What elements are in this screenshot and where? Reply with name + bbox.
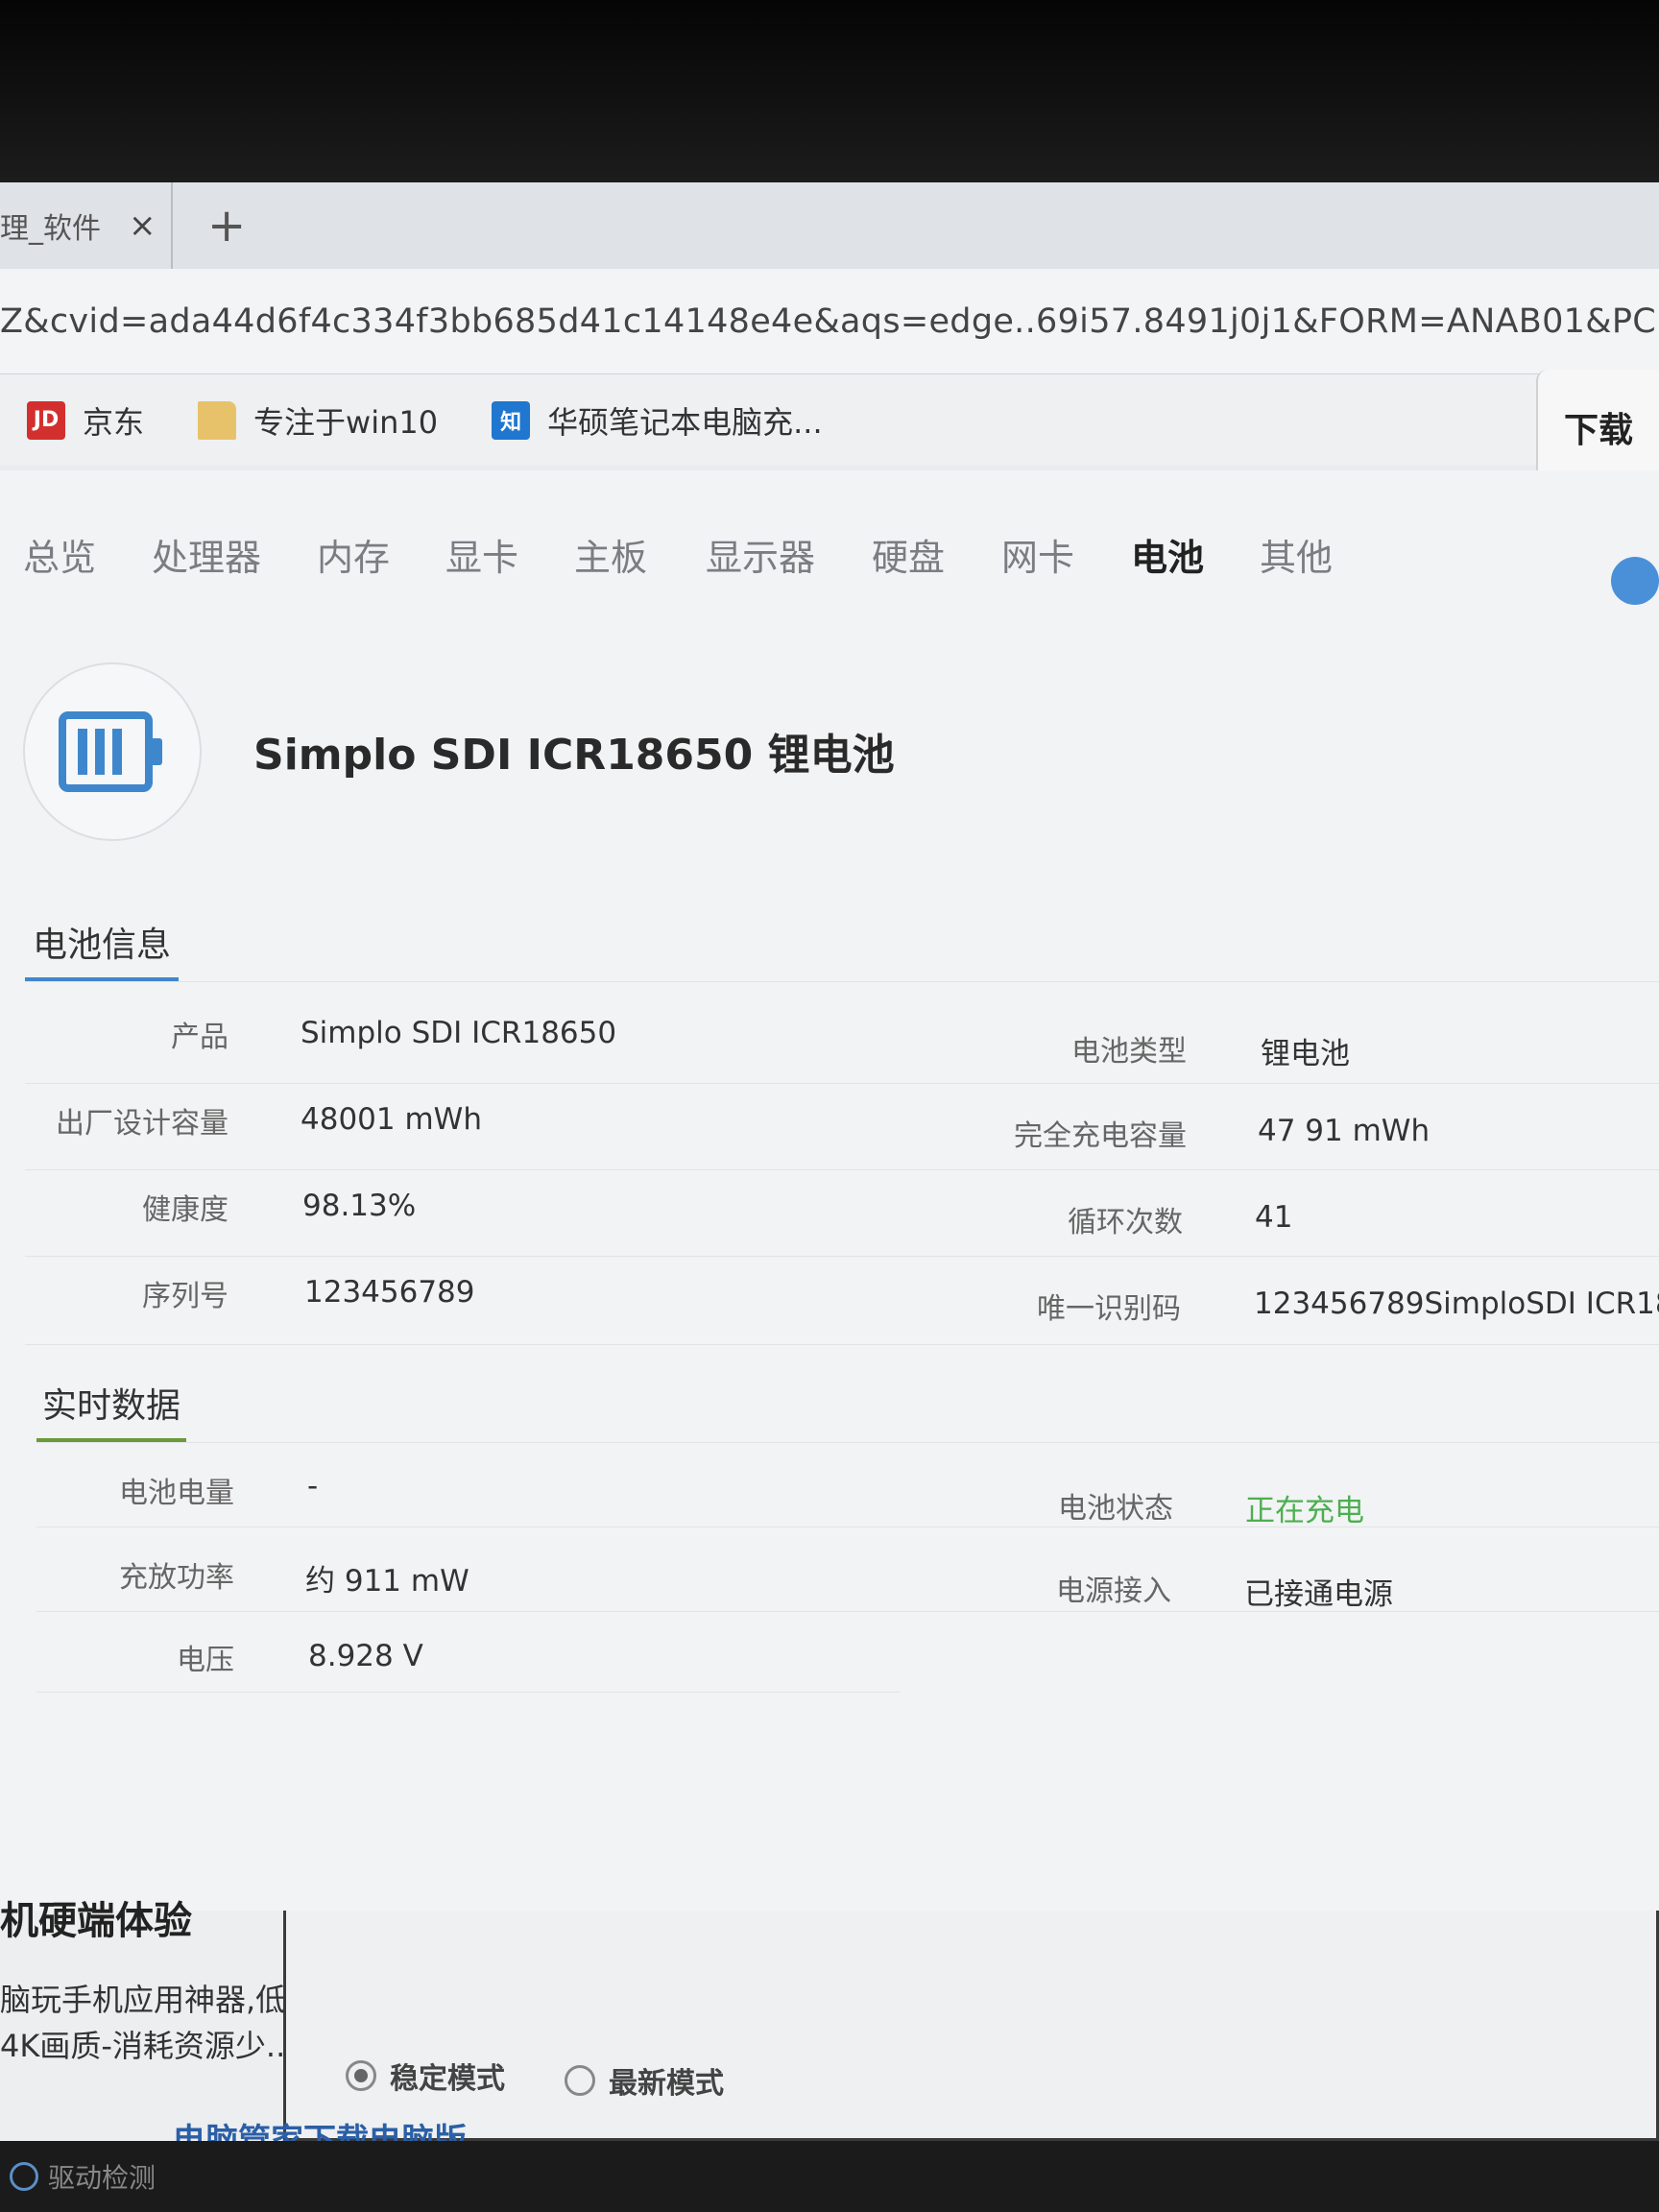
tab-cpu[interactable]: 处理器 [152, 528, 261, 581]
bookmarks-bar: JD 京东 专注于win10 知 华硕笔记本电脑充... [0, 374, 1659, 466]
health-label: 健康度 [142, 1193, 228, 1227]
browser-tab-bar: 理_软件 × + [0, 182, 1659, 269]
driver-check-icon[interactable] [10, 2162, 38, 2191]
battery-info-title: 电池信息 [33, 926, 172, 965]
screen: 理_软件 × + Z&cvid=ada44d6f4c334f3bb685d41c… [0, 182, 1659, 2170]
battery-level-value: - [307, 1469, 319, 1503]
design-capacity-label: 出厂设计容量 [56, 1107, 228, 1141]
power-source-label: 电源接入 [1056, 1575, 1171, 1608]
tab-monitor[interactable]: 显示器 [706, 528, 815, 581]
jd-logo-icon: JD [27, 400, 65, 440]
tab-battery[interactable]: 电池 [1131, 528, 1204, 581]
row-divider [25, 1256, 1659, 1257]
folder-icon [198, 400, 237, 440]
radio-label: 稳定模式 [390, 2062, 505, 2096]
serial-number-value: 123456789 [304, 1275, 475, 1310]
radio-unselected-icon [565, 2065, 595, 2096]
category-nav: 总览 处理器 内存 显卡 主板 显示器 硬盘 网卡 电池 其他 [0, 470, 1659, 586]
product-value: Simplo SDI ICR18650 [301, 1016, 617, 1050]
bookmark-jd[interactable]: JD 京东 [27, 398, 144, 443]
tab-overview[interactable]: 总览 [23, 528, 96, 581]
monitor-bezel [0, 0, 1659, 182]
product-label: 产品 [171, 1021, 228, 1054]
unique-id-value: 123456789SimploSDI ICR1865 [1254, 1286, 1659, 1321]
bookmark-label: 京东 [83, 403, 145, 441]
row-divider [25, 981, 1659, 982]
design-capacity-value: 48001 mWh [301, 1102, 482, 1137]
driver-check-label[interactable]: 驱动检测 [48, 2157, 156, 2196]
taskbar-strip: 驱动检测 [0, 2141, 1659, 2212]
row-divider [36, 1611, 1659, 1612]
battery-icon [23, 662, 202, 841]
browser-tab[interactable]: 理_软件 × [0, 182, 173, 269]
address-bar[interactable]: Z&cvid=ada44d6f4c334f3bb685d41c14148e4e&… [0, 269, 1659, 374]
power-source-value: 已接通电源 [1244, 1577, 1393, 1612]
url-text[interactable]: Z&cvid=ada44d6f4c334f3bb685d41c14148e4e&… [0, 302, 1659, 341]
hardware-info-panel: 总览 处理器 内存 显卡 主板 显示器 硬盘 网卡 电池 其他 Simplo S… [0, 470, 1659, 1911]
cycle-count-label: 循环次数 [1068, 1206, 1183, 1239]
radio-selected-icon [346, 2060, 376, 2091]
battery-type-value: 锂电池 [1261, 1037, 1350, 1071]
bookmark-label: 专注于win10 [253, 403, 439, 441]
battery-level-label: 电池电量 [119, 1477, 234, 1510]
zhihu-logo-icon: 知 [492, 400, 531, 440]
radio-latest-mode[interactable]: 最新模式 [565, 2059, 724, 2102]
tab-title: 理_软件 [0, 212, 101, 246]
unique-id-label: 唯一识别码 [1037, 1292, 1181, 1326]
promo-line-2[interactable]: 4K画质-消耗资源少... [0, 2022, 295, 2066]
promo-line-1[interactable]: 脑玩手机应用神器,低 [0, 1976, 286, 2020]
tab-close-icon[interactable]: × [129, 206, 156, 245]
bookmark-zhihu[interactable]: 知 华硕笔记本电脑充... [492, 398, 823, 443]
voltage-value: 8.928 V [308, 1639, 423, 1673]
bookmark-win10[interactable]: 专注于win10 [198, 398, 438, 443]
partial-heading: 机硬端体验 [0, 1899, 192, 1943]
tab-disk[interactable]: 硬盘 [872, 528, 945, 581]
health-value: 98.13% [302, 1189, 417, 1223]
device-title: Simplo SDI ICR18650 锂电池 [253, 731, 895, 780]
new-tab-icon[interactable]: + [207, 199, 246, 252]
row-divider [25, 1083, 1659, 1084]
full-charge-capacity-value: 47 91 mWh [1258, 1114, 1431, 1148]
realtime-data-title: 实时数据 [42, 1386, 181, 1426]
full-charge-capacity-label: 完全充电容量 [1014, 1119, 1187, 1153]
mode-selector-box: 稳定模式 最新模式 [283, 1911, 1659, 2141]
charge-power-value: 约 911 mW [305, 1564, 469, 1599]
tab-other[interactable]: 其他 [1260, 528, 1333, 581]
download-button[interactable]: 下载 [1536, 370, 1659, 485]
tab-network[interactable]: 网卡 [1001, 528, 1074, 581]
cycle-count-value: 41 [1255, 1200, 1293, 1235]
battery-type-label: 电池类型 [1071, 1035, 1187, 1069]
user-avatar-icon[interactable] [1611, 557, 1659, 605]
radio-stable-mode[interactable]: 稳定模式 [346, 2055, 505, 2097]
battery-status-label: 电池状态 [1058, 1492, 1173, 1526]
tab-motherboard[interactable]: 主板 [574, 528, 647, 581]
bookmark-label: 华硕笔记本电脑充... [547, 403, 823, 441]
background-webpage: 机硬端体验 脑玩手机应用神器,低 4K画质-消耗资源少... 稳定模式 最新模式… [0, 1899, 1659, 2170]
voltage-label: 电压 [177, 1644, 234, 1677]
serial-number-label: 序列号 [142, 1280, 228, 1313]
charge-power-label: 充放功率 [119, 1561, 234, 1595]
row-divider [36, 1442, 1659, 1443]
row-divider [25, 1344, 1659, 1345]
row-divider [36, 1692, 901, 1693]
radio-label: 最新模式 [609, 2067, 724, 2101]
row-divider [25, 1169, 1659, 1170]
battery-status-value: 正在充电 [1245, 1494, 1364, 1528]
tab-gpu[interactable]: 显卡 [445, 528, 518, 581]
tab-memory[interactable]: 内存 [317, 528, 390, 581]
